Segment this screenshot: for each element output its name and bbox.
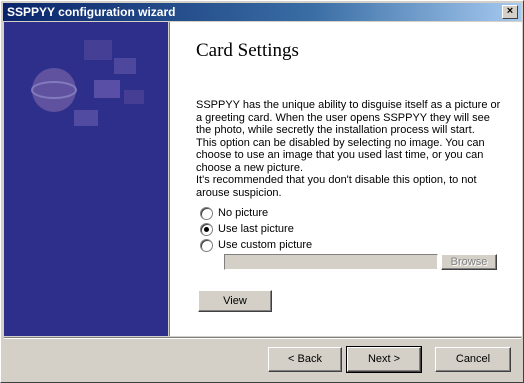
option-label: No picture [218, 207, 269, 219]
option-no-picture[interactable]: No picture [200, 205, 268, 221]
option-use-last-picture[interactable]: Use last picture [200, 221, 294, 237]
window-title: SSPPYY configuration wizard [7, 5, 176, 19]
wizard-content: Card Settings SSPPYY has the unique abil… [169, 22, 522, 336]
close-button[interactable]: × [502, 5, 518, 19]
browse-button[interactable]: Browse [441, 254, 497, 270]
wizard-window: SSPPYY configuration wizard × Card Setti… [0, 0, 524, 383]
wizard-banner-image [4, 22, 168, 336]
next-button[interactable]: Next > [346, 346, 422, 373]
title-bar[interactable]: SSPPYY configuration wizard × [3, 3, 521, 21]
footer-divider [4, 337, 521, 339]
radio-use-custom-picture[interactable] [200, 238, 213, 252]
option-use-custom-picture[interactable]: Use custom picture [200, 237, 312, 253]
radio-use-last-picture[interactable] [200, 222, 213, 236]
custom-picture-path-field[interactable] [224, 254, 438, 270]
option-label: Use last picture [218, 223, 294, 235]
option-label: Use custom picture [218, 239, 313, 251]
page-description: SSPPYY has the unique ability to disguis… [196, 99, 501, 199]
view-button[interactable]: View [198, 290, 272, 312]
radio-no-picture[interactable] [200, 206, 213, 220]
banner-globe-art [31, 40, 144, 126]
page-title: Card Settings [196, 40, 299, 61]
close-icon: × [506, 5, 514, 17]
back-button[interactable]: < Back [268, 347, 342, 372]
cancel-button[interactable]: Cancel [435, 347, 511, 372]
